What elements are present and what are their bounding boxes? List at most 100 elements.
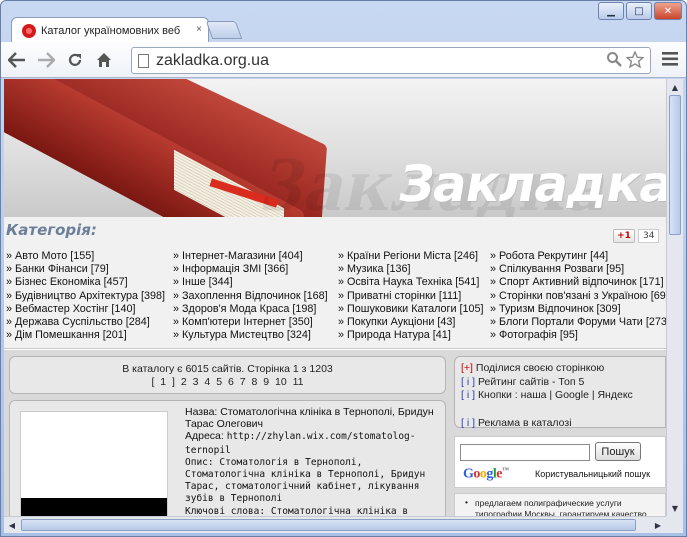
category-link[interactable]: Природа Натура [41] (338, 329, 484, 342)
sidebar-links: [+] Поділися своєю сторінкою [ i ] Рейти… (454, 356, 666, 431)
category-link[interactable]: Робота Рекрутинг [44] (490, 250, 666, 263)
ad-item[interactable]: предлагаем полиграфические услуги типогр… (454, 493, 666, 516)
category-link[interactable]: Освіта Наука Техніка [541] (338, 276, 484, 289)
category-link[interactable]: Музика [136] (338, 263, 484, 276)
horizontal-scrollbar[interactable]: ◀ ▶ (4, 516, 666, 533)
site-logo[interactable]: Закладка (394, 155, 666, 213)
category-link[interactable]: Будівництво Архітектура [398] (6, 290, 165, 303)
page-link[interactable]: 9 (263, 376, 269, 388)
info-tag: [ i ] (461, 375, 476, 388)
category-column-1: Авто Мото [155] Банки Фінанси [79] Бізне… (6, 250, 165, 342)
address-bar[interactable]: zakladka.org.ua (131, 47, 651, 74)
vertical-scroll-thumb[interactable] (669, 95, 681, 235)
category-link[interactable]: Спорт Активний відпочинок [171] (490, 276, 666, 289)
maximize-button[interactable]: □ (626, 2, 652, 20)
page-link[interactable]: 5 (216, 376, 222, 388)
new-tab-button[interactable] (205, 21, 243, 39)
advertising-link[interactable]: [ i ] Реклама в каталозі (461, 417, 659, 431)
address-label: Адреса: (185, 430, 224, 443)
category-link[interactable]: Туризм Відпочинок [309] (490, 303, 666, 316)
scroll-right-arrow-icon[interactable]: ▶ (652, 519, 664, 531)
category-link[interactable]: Блоги Портали Форуми Чати [273] (490, 316, 666, 329)
category-link[interactable]: Захоплення Відпочинок [168] (173, 290, 328, 303)
favicon-icon (22, 23, 36, 38)
category-link[interactable]: Дім Помешкання [201] (6, 329, 165, 342)
site-name[interactable]: Стоматологічна клініка в Тернополі, Брид… (185, 406, 434, 430)
category-link[interactable]: Інтернет-Магазини [404] (173, 250, 328, 263)
home-icon[interactable] (91, 47, 117, 73)
gplus-button[interactable]: +1 (613, 229, 635, 243)
page-viewport: Закладка Закладка Категорія: +1 34 Авто … (4, 79, 666, 516)
tab-title: Каталог україномовних веб (41, 24, 181, 37)
plus-tag: [+] (461, 362, 473, 374)
minimize-button[interactable]: ▁ (598, 2, 624, 20)
buttons-link[interactable]: [ i ] Кнопки : наша | Google | Яндекс (461, 389, 659, 403)
category-link[interactable]: Держава Суспільство [284] (6, 316, 165, 329)
rating-link[interactable]: [ i ] Рейтинг сайтів - Топ 5 (461, 376, 659, 390)
category-link[interactable]: Здоров'я Мода Краса [198] (173, 303, 328, 316)
buttons-label: Кнопки : наша | Google | Яндекс (477, 389, 633, 401)
categories-section: Категорія: +1 34 Авто Мото [155] Банки Ф… (4, 217, 666, 349)
google-logo: Google™ (463, 466, 509, 483)
page-link[interactable]: 11 (293, 376, 304, 388)
menu-icon[interactable] (662, 50, 678, 71)
google-search-box: Пошук Google™ Користувальницький пошук (454, 436, 666, 488)
search-input[interactable] (460, 444, 590, 461)
gplus-count: 34 (638, 229, 660, 243)
page-link[interactable]: 7 (240, 376, 246, 388)
category-link[interactable]: Спілкування Розваги [95] (490, 263, 666, 276)
share-page-link[interactable]: [+] Поділися своєю сторінкою (461, 362, 659, 376)
bookmark-star-icon[interactable] (625, 50, 645, 73)
category-link[interactable]: Покупки Аукціони [43] (338, 316, 484, 329)
category-link[interactable]: Фотографія [95] (490, 329, 666, 342)
scroll-left-arrow-icon[interactable]: ◀ (6, 519, 18, 531)
scroll-down-arrow-icon[interactable]: ▼ (669, 502, 681, 514)
site-thumbnail[interactable] (20, 411, 168, 516)
category-link[interactable]: Культура Мистецтво [324] (173, 329, 328, 342)
window-controls: ▁ □ ✕ (598, 2, 682, 20)
search-button[interactable]: Пошук (595, 442, 641, 461)
close-button[interactable]: ✕ (654, 2, 682, 20)
site-entry: Назва: Стоматологічна клініка в Тернопол… (9, 400, 446, 516)
forward-arrow-icon[interactable] (33, 47, 59, 73)
page-link[interactable]: 4 (204, 376, 210, 388)
page-link[interactable]: 8 (251, 376, 257, 388)
browser-window: Каталог україномовних веб × ▁ □ ✕ zaklad… (0, 0, 687, 537)
rating-label: Рейтинг сайтів - Топ 5 (477, 375, 585, 388)
share-page-label: Поділися своєю сторінкою (475, 362, 605, 374)
page-link[interactable]: 2 (181, 376, 187, 388)
category-link[interactable]: Комп'ютери Інтернет [350] (173, 316, 328, 329)
scroll-up-arrow-icon[interactable]: ▲ (669, 81, 681, 93)
category-link[interactable]: Бізнес Економіка [457] (6, 276, 165, 289)
tab-close-icon[interactable]: × (196, 24, 202, 35)
category-column-2: Інтернет-Магазини [404] Інформація ЗМІ [… (173, 250, 328, 342)
content-area: В каталогу є 6015 сайтів. Сторінка 1 з 1… (4, 350, 666, 516)
site-description: Стоматологія в Тернополі, Стоматологічна… (185, 456, 426, 505)
horizontal-scroll-thumb[interactable] (21, 519, 636, 531)
category-link[interactable]: Інформація ЗМІ [366] (173, 263, 328, 276)
advertising-label: Реклама в каталозі (477, 416, 572, 429)
category-link[interactable]: Сторінки пов'язані з Україною [69] (490, 290, 666, 303)
page-link[interactable]: 3 (193, 376, 199, 388)
category-link[interactable]: Пошуковики Каталоги [105] (338, 303, 484, 316)
category-link[interactable]: Інше [344] (173, 276, 328, 289)
vertical-scrollbar[interactable]: ▲ ▼ (666, 79, 683, 516)
description-label: Опис: (185, 456, 214, 468)
category-column-4: Робота Рекрутинг [44] Спілкування Розваг… (490, 250, 666, 342)
pagination: [ 1 ] 2 3 4 5 6 7 8 9 10 11 (10, 376, 445, 389)
category-link[interactable]: Країни Регіони Міста [246] (338, 250, 484, 263)
category-link[interactable]: Авто Мото [155] (6, 250, 165, 263)
category-link[interactable]: Банки Фінанси [79] (6, 263, 165, 276)
page-link[interactable]: 6 (228, 376, 234, 388)
category-link[interactable]: Приватні сторінки [111] (338, 290, 484, 303)
category-column-3: Країни Регіони Міста [246] Музика [136] … (338, 250, 484, 342)
categories-heading: Категорія: (6, 221, 97, 239)
back-arrow-icon[interactable] (4, 47, 30, 73)
category-link[interactable]: Вебмастер Хостінг [140] (6, 303, 165, 316)
custom-search-caption: Користувальницький пошук (535, 469, 651, 479)
page-link[interactable]: 10 (275, 376, 287, 388)
search-icon[interactable] (606, 51, 622, 73)
tab-strip: Каталог україномовних веб × ▁ □ ✕ (1, 1, 686, 43)
browser-tab[interactable]: Каталог україномовних веб × (11, 17, 209, 43)
reload-icon[interactable] (62, 47, 88, 73)
